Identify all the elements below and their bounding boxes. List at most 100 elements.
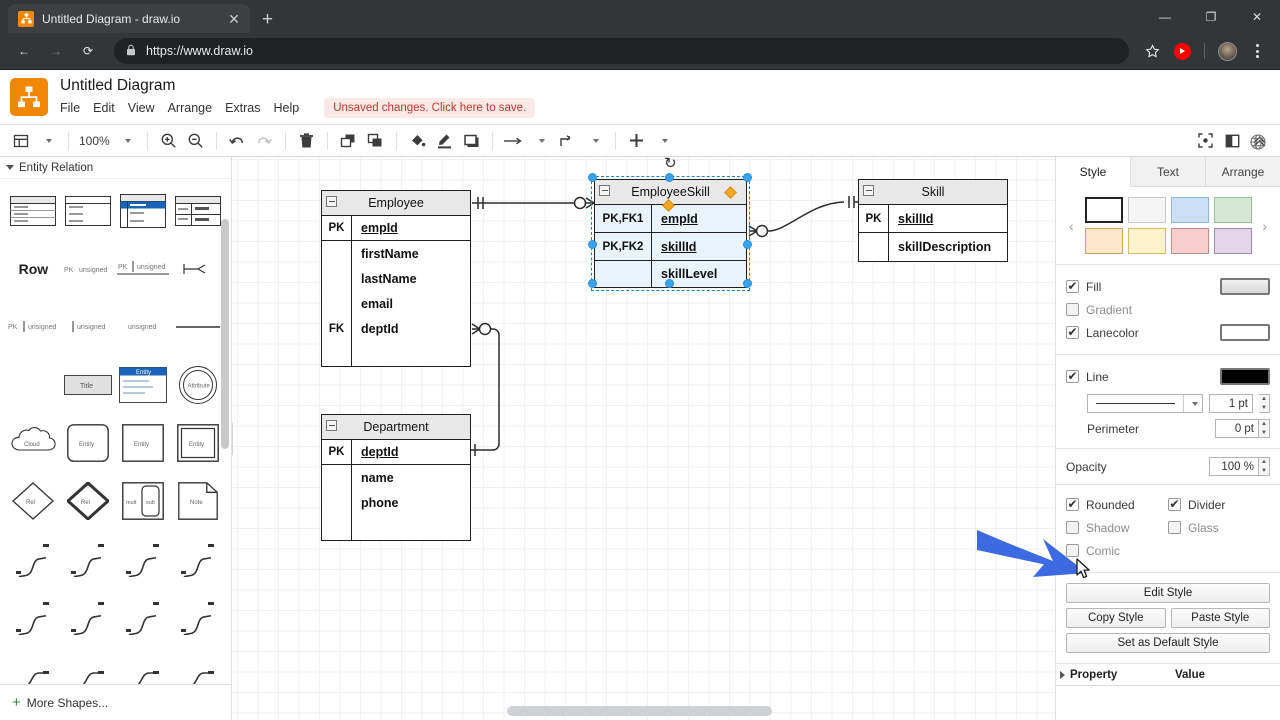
address-bar[interactable]: https://www.draw.io <box>114 38 1129 64</box>
swatch-prev-icon[interactable]: ‹ <box>1066 218 1077 234</box>
insert-dropdown[interactable] <box>651 128 676 153</box>
glass-checkbox[interactable] <box>1168 521 1181 534</box>
shape-connector-10[interactable] <box>61 651 116 684</box>
shape-connector-3[interactable] <box>116 535 171 583</box>
er-table-employeeskill[interactable]: EmployeeSkill PK,FK1 empId PK,FK2 skillI… <box>591 176 750 291</box>
canvas-horizontal-scrollbar[interactable] <box>232 706 1055 718</box>
er-row[interactable]: name <box>322 465 470 490</box>
shape-table-2[interactable] <box>61 187 116 235</box>
menu-file[interactable]: File <box>60 101 80 115</box>
shape-connector-12[interactable] <box>170 651 225 684</box>
swatch-green[interactable] <box>1213 197 1252 223</box>
edge-style-dropdown[interactable] <box>582 128 607 153</box>
rotate-handle[interactable]: ↻ <box>664 157 677 172</box>
zoom-in-icon[interactable] <box>156 128 181 153</box>
view-layout-dropdown[interactable] <box>35 128 60 153</box>
fill-color-icon[interactable] <box>405 128 430 153</box>
swatch-white[interactable] <box>1084 197 1123 223</box>
selection-handle-e[interactable] <box>743 240 752 249</box>
avatar[interactable] <box>1214 38 1240 64</box>
menu-arrange[interactable]: Arrange <box>168 101 212 115</box>
opacity-stepper[interactable]: ▲ ▼ <box>1259 457 1270 476</box>
copy-style-button[interactable]: Copy Style <box>1066 608 1166 628</box>
shape-one-to-many-connector[interactable] <box>170 245 225 293</box>
properties-header[interactable]: Property Value <box>1056 664 1280 686</box>
swatch-light-gray[interactable] <box>1127 197 1166 223</box>
tab-arrange[interactable]: Arrange <box>1206 157 1280 186</box>
fill-color-button[interactable] <box>1220 278 1270 295</box>
er-row[interactable]: skillDescription <box>859 233 1007 261</box>
more-shapes-button[interactable]: + More Shapes... <box>0 684 231 720</box>
shape-connector-11[interactable] <box>116 651 171 684</box>
shape-connector-1[interactable] <box>6 535 61 583</box>
er-row[interactable]: phone <box>322 490 470 515</box>
shape-table-1[interactable] <box>6 187 61 235</box>
zoom-level-label[interactable]: 100% <box>77 128 112 153</box>
swatch-next-icon[interactable]: › <box>1259 218 1270 234</box>
gradient-checkbox[interactable] <box>1066 303 1079 316</box>
selection-handle-se[interactable] <box>743 279 752 288</box>
er-row[interactable]: FK deptId <box>322 316 470 341</box>
edit-style-button[interactable]: Edit Style <box>1066 583 1270 603</box>
tab-style[interactable]: Style <box>1056 157 1131 187</box>
shape-connector-8[interactable] <box>170 593 225 641</box>
collapse-icon[interactable] <box>599 185 610 196</box>
shape-pk-line-row[interactable]: PK unsigned <box>6 303 61 351</box>
minimize-icon[interactable]: — <box>1142 0 1188 33</box>
chrome-menu-icon[interactable] <box>1244 38 1270 64</box>
shape-entity-window[interactable]: Entity <box>116 361 171 409</box>
opacity-input[interactable]: 100 % <box>1209 457 1259 476</box>
shape-pk-divider-row[interactable]: PK unsigned <box>116 245 171 293</box>
shape-entity-rounded[interactable]: Entity <box>61 419 116 467</box>
shape-relationship-diamond[interactable]: Rel <box>6 477 61 525</box>
er-row[interactable]: firstName <box>322 241 470 266</box>
er-table-skill[interactable]: Skill PK skillId skillDescription <box>858 179 1008 262</box>
set-default-style-button[interactable]: Set as Default Style <box>1066 633 1270 653</box>
zoom-out-icon[interactable] <box>183 128 208 153</box>
er-row[interactable]: lastName <box>322 266 470 291</box>
menu-extras[interactable]: Extras <box>225 101 260 115</box>
selection-handle-s[interactable] <box>665 279 674 288</box>
shapes-scroll-area[interactable]: Row PK unsigned PK unsigned PK unsigned <box>0 179 231 684</box>
shapes-scrollbar[interactable] <box>221 219 229 449</box>
divider-checkbox[interactable] <box>1168 497 1181 511</box>
shape-divider-line[interactable] <box>170 303 225 351</box>
swatch-blue[interactable] <box>1170 197 1209 223</box>
zoom-dropdown[interactable] <box>114 128 139 153</box>
unsaved-changes-banner[interactable]: Unsaved changes. Click here to save. <box>324 97 536 118</box>
paste-style-button[interactable]: Paste Style <box>1170 608 1270 628</box>
shape-title-block[interactable]: Title <box>61 361 116 409</box>
er-table-employee[interactable]: Employee PK empId firstName lastName ema… <box>321 190 471 367</box>
view-layout-icon[interactable] <box>8 128 33 153</box>
shape-entity-square[interactable]: Entity <box>116 419 171 467</box>
swatch-orange[interactable] <box>1084 228 1123 254</box>
edge-style-icon[interactable] <box>555 128 580 153</box>
delete-icon[interactable] <box>294 128 319 153</box>
menu-edit[interactable]: Edit <box>93 101 115 115</box>
selection-handle-n[interactable] <box>665 173 674 182</box>
fill-checkbox[interactable] <box>1066 279 1079 293</box>
language-globe-icon[interactable] <box>1250 134 1266 153</box>
er-row[interactable]: PK,FK2 skillId <box>595 233 746 261</box>
menu-view[interactable]: View <box>128 101 155 115</box>
shape-cloud[interactable]: Cloud <box>6 419 61 467</box>
shadow-checkbox[interactable] <box>1066 521 1079 534</box>
redo-icon[interactable] <box>252 128 277 153</box>
fullscreen-icon[interactable] <box>1193 128 1218 153</box>
er-table-department[interactable]: Department PK deptId name phone <box>321 414 471 541</box>
swatch-yellow[interactable] <box>1127 228 1166 254</box>
tab-text[interactable]: Text <box>1131 157 1206 186</box>
shape-connector-2[interactable] <box>61 535 116 583</box>
selection-handle-ne[interactable] <box>743 173 752 182</box>
shape-relationship-diamond-bold[interactable]: Rel <box>61 477 116 525</box>
line-checkbox[interactable] <box>1066 369 1079 383</box>
line-width-stepper[interactable]: ▲ ▼ <box>1259 394 1270 413</box>
menu-help[interactable]: Help <box>274 101 300 115</box>
shape-connector-4[interactable] <box>170 535 225 583</box>
er-row[interactable]: PK empId <box>322 216 470 241</box>
reload-icon[interactable]: ⟳ <box>74 37 102 65</box>
waypoints-dropdown[interactable] <box>528 128 553 153</box>
shape-attribute-circle[interactable]: Attribute <box>170 361 225 409</box>
to-front-icon[interactable] <box>336 128 361 153</box>
er-row[interactable]: PK deptId <box>322 440 470 465</box>
